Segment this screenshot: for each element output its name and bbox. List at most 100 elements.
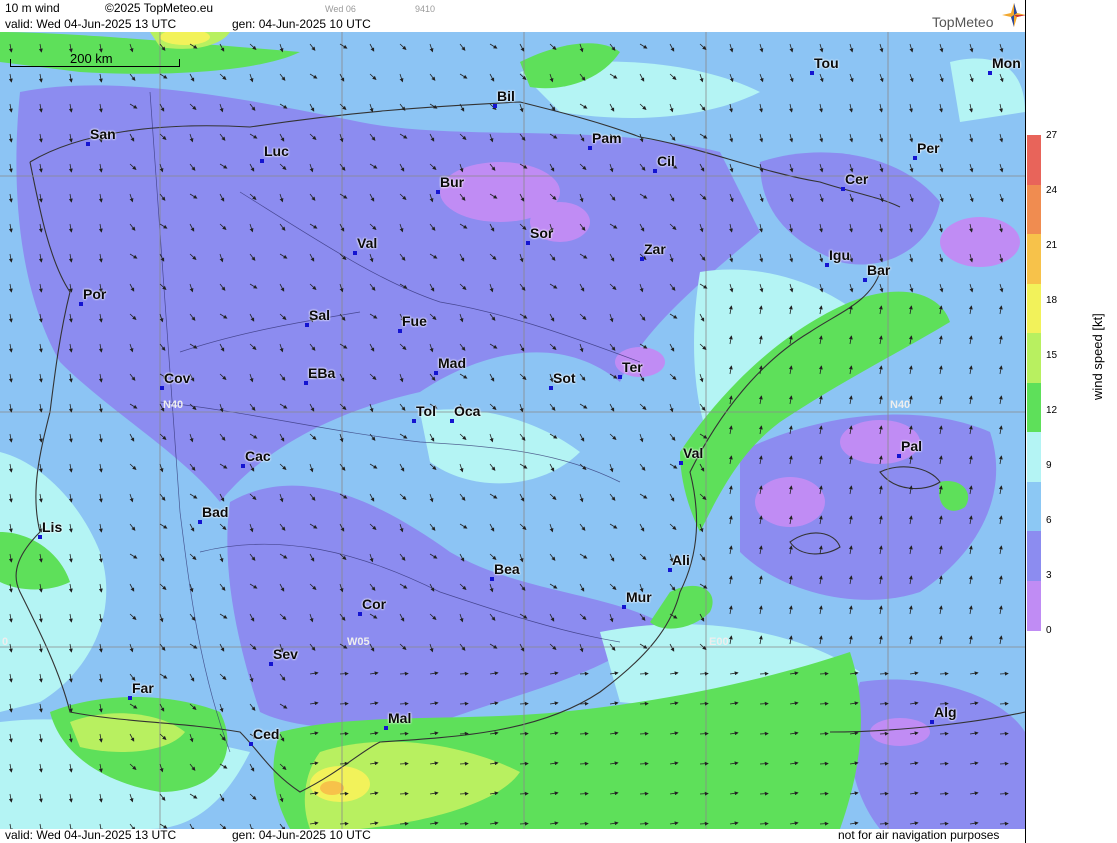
city-marker — [160, 386, 164, 390]
city-label: Zar — [644, 241, 666, 257]
city-label: Fue — [402, 313, 427, 329]
wind-arrow — [699, 821, 709, 826]
wind-arrow — [699, 671, 709, 676]
city-marker — [841, 187, 845, 191]
wind-arrow — [999, 701, 1009, 706]
generation-time: gen: 04-Jun-2025 10 UTC — [232, 17, 371, 31]
wind-arrow — [579, 821, 589, 826]
city-label: EBa — [308, 365, 336, 381]
legend-tick-label: 3 — [1046, 570, 1052, 581]
wind-arrow — [699, 731, 709, 736]
wind-arrow — [399, 761, 409, 766]
wind-arrow — [939, 821, 949, 826]
city-label: Far — [132, 680, 154, 696]
city-label: Sev — [273, 646, 298, 662]
wind-arrow — [459, 701, 469, 706]
city-label: Val — [683, 445, 704, 461]
wind-arrow — [339, 731, 349, 736]
legend-swatch — [1027, 481, 1041, 532]
footer-valid-time: valid: Wed 04-Jun-2025 13 UTC — [5, 828, 177, 842]
wind-arrow — [519, 731, 529, 736]
legend-swatch — [1027, 580, 1041, 631]
wind-arrow — [879, 821, 889, 826]
wind-arrow — [459, 761, 469, 766]
legend-tick-label: 15 — [1046, 350, 1058, 361]
city-label: Sor — [530, 225, 554, 241]
wind-arrow — [999, 731, 1009, 736]
city-marker — [412, 419, 416, 423]
wind-arrow — [819, 701, 829, 706]
wind-map[interactable]: N40 N40 W05 E00 0 200 km San Bil Pam Tou Mon… — [0, 32, 1025, 829]
wind-arrow — [999, 791, 1009, 796]
legend-tick-label: 0 — [1046, 625, 1052, 636]
city-marker — [260, 159, 264, 163]
wind-speed-legend — [1027, 135, 1041, 631]
city-marker — [269, 662, 273, 666]
legend-tick-label: 21 — [1046, 240, 1058, 251]
legend-tick-label: 24 — [1046, 185, 1058, 196]
city-marker — [384, 726, 388, 730]
city-label: Por — [83, 286, 107, 302]
wind-arrow — [879, 671, 889, 676]
wind-arrow — [579, 731, 589, 736]
city-marker — [930, 720, 934, 724]
city-label: Val — [357, 235, 378, 251]
wind-arrow — [579, 701, 589, 706]
city-label: Bur — [440, 174, 465, 190]
copyright-text: ©2025 TopMeteo.eu — [105, 1, 214, 15]
city-marker — [622, 605, 626, 609]
wind-arrow — [519, 761, 529, 766]
wind-arrow — [459, 821, 469, 826]
legend-swatch — [1027, 283, 1041, 334]
legend-tick-label: 12 — [1046, 405, 1058, 416]
wind-arrow — [579, 671, 589, 676]
wind-arrow — [879, 791, 889, 796]
city-marker — [398, 329, 402, 333]
peak-zone — [320, 781, 344, 795]
city-marker — [668, 568, 672, 572]
city-marker — [249, 742, 253, 746]
city-marker — [490, 577, 494, 581]
city-marker — [353, 251, 357, 255]
city-label: Tol — [416, 403, 436, 419]
grid-label-n40-west: N40 — [163, 399, 184, 411]
wind-arrow — [579, 791, 589, 796]
wind-arrow — [399, 821, 409, 826]
wind-arrow — [399, 791, 409, 796]
wind-arrow — [639, 791, 649, 796]
wind-arrow — [699, 701, 709, 706]
legend-title: wind speed [kt] — [1090, 313, 1105, 400]
city-marker — [198, 520, 202, 524]
wind-arrow — [399, 731, 409, 736]
wind-arrow — [579, 761, 589, 766]
legend-swatch — [1027, 531, 1041, 582]
city-marker — [434, 371, 438, 375]
city-marker — [450, 419, 454, 423]
city-label: Bil — [497, 88, 515, 104]
wind-arrow — [939, 671, 949, 676]
city-label: Cac — [245, 448, 271, 464]
wind-arrow — [699, 791, 709, 796]
wind-arrow — [459, 731, 469, 736]
city-marker — [304, 381, 308, 385]
city-label: Oca — [454, 403, 481, 419]
city-label: Mur — [626, 589, 652, 605]
city-marker — [913, 156, 917, 160]
grid-label-e00: E00 — [709, 636, 729, 648]
legend-tick-label: 9 — [1046, 460, 1052, 471]
product-title: 10 m wind — [5, 1, 60, 15]
wind-arrow — [939, 791, 949, 796]
wind-arrow — [999, 821, 1009, 826]
wind-arrow — [459, 671, 469, 676]
city-marker — [988, 71, 992, 75]
city-label: Mad — [438, 355, 466, 371]
faint-date-text: Wed 06 — [325, 4, 356, 14]
wind-arrow — [759, 761, 769, 766]
wind-arrow — [759, 791, 769, 796]
wind-arrow — [759, 821, 769, 826]
legend-swatch — [1027, 432, 1041, 483]
scale-bar: 200 km — [10, 51, 182, 68]
grid-label-w05: W05 — [347, 636, 370, 648]
city-marker — [640, 257, 644, 261]
city-marker — [526, 241, 530, 245]
